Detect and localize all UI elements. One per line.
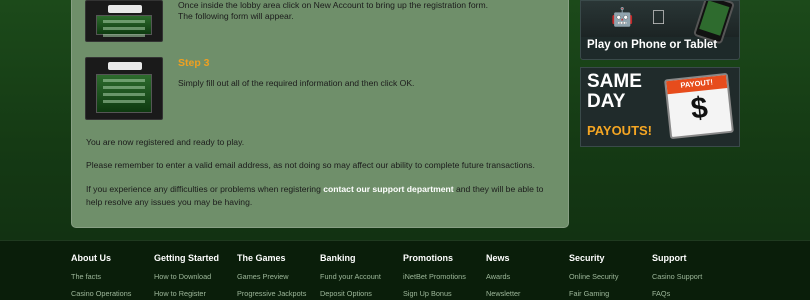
footer-link[interactable]: Newsletter: [486, 289, 520, 298]
day-text: DAY: [587, 91, 626, 112]
support-text-before: If you experience any difficulties or pr…: [86, 184, 324, 194]
lobby-text: Once inside the lobby area click on New …: [178, 0, 489, 10]
email-reminder-text: Please remember to enter a valid email a…: [86, 160, 535, 170]
dollar-icon: $: [689, 91, 710, 126]
mobile-promo-banner[interactable]: 🤖  Play on Phone or Tablet: [580, 0, 740, 60]
same-day-payouts-banner[interactable]: SAME DAY PAYOUTS! PAYOUT! $: [580, 67, 740, 147]
footer-link[interactable]: Deposit Options: [320, 289, 381, 298]
footer-column-getting-started: Getting Started How to Download How to R…: [154, 253, 219, 300]
step3-screenshot: [85, 57, 163, 120]
apple-icon: : [651, 7, 666, 30]
footer-column-promotions: Promotions iNetBet Promotions Sign Up Bo…: [403, 253, 466, 300]
phone-icon: [692, 1, 736, 45]
calendar-icon: PAYOUT! $: [664, 72, 734, 140]
footer-column-support: Support Casino Support FAQs: [652, 253, 702, 300]
footer-heading: Promotions: [403, 253, 454, 263]
mobile-promo-caption: Play on Phone or Tablet: [587, 39, 718, 51]
footer-link[interactable]: Casino Support: [652, 272, 702, 281]
same-text: SAME: [587, 71, 642, 92]
android-icon: 🤖: [611, 7, 634, 27]
footer-link[interactable]: FAQs: [652, 289, 702, 298]
footer-column-news: News Awards Newsletter: [486, 253, 520, 300]
footer-column-games: The Games Games Preview Progressive Jack…: [237, 253, 306, 300]
support-paragraph: If you experience any difficulties or pr…: [86, 183, 556, 209]
footer-link[interactable]: Progressive Jackpots: [237, 289, 306, 298]
footer-link[interactable]: Games Preview: [237, 272, 306, 281]
site-footer: About Us The facts Casino Operations Get…: [0, 240, 810, 300]
footer-link[interactable]: How to Download: [154, 272, 219, 281]
logo-thumbnail: [108, 62, 142, 70]
footer-link[interactable]: Fair Gaming: [569, 289, 618, 298]
footer-heading: About Us: [71, 253, 111, 263]
footer-column-about: About Us The facts Casino Operations: [71, 253, 131, 300]
footer-link[interactable]: iNetBet Promotions: [403, 272, 466, 281]
logo-thumbnail: [108, 5, 142, 13]
registration-form-screenshot: [85, 0, 163, 42]
footer-link[interactable]: Awards: [486, 272, 520, 281]
footer-column-banking: Banking Fund your Account Deposit Option…: [320, 253, 381, 300]
footer-link[interactable]: Casino Operations: [71, 289, 131, 298]
footer-link[interactable]: Sign Up Bonus: [403, 289, 466, 298]
footer-heading: Getting Started: [154, 253, 220, 263]
footer-link[interactable]: Online Security: [569, 272, 618, 281]
lobby-instructions: Once inside the lobby area click on New …: [178, 0, 558, 22]
footer-heading: The Games: [237, 253, 286, 263]
footer-link[interactable]: Fund your Account: [320, 272, 381, 281]
footer-heading: Security: [569, 253, 605, 263]
registered-text: You are now registered and ready to play…: [86, 137, 245, 147]
step3-text: Simply fill out all of the required info…: [178, 78, 415, 88]
footer-heading: News: [486, 253, 510, 263]
support-link[interactable]: contact our support department: [323, 184, 453, 194]
footer-link[interactable]: The facts: [71, 272, 131, 281]
same-day-text: SAME DAY: [587, 72, 642, 112]
footer-column-security: Security Online Security Fair Gaming: [569, 253, 618, 300]
step3-heading: Step 3: [178, 57, 210, 69]
footer-link[interactable]: How to Register: [154, 289, 219, 298]
devices-image: 🤖 : [581, 1, 739, 45]
footer-heading: Banking: [320, 253, 356, 263]
form-text: The following form will appear.: [178, 11, 294, 21]
footer-heading: Support: [652, 253, 687, 263]
payouts-text: PAYOUTS!: [587, 123, 653, 138]
